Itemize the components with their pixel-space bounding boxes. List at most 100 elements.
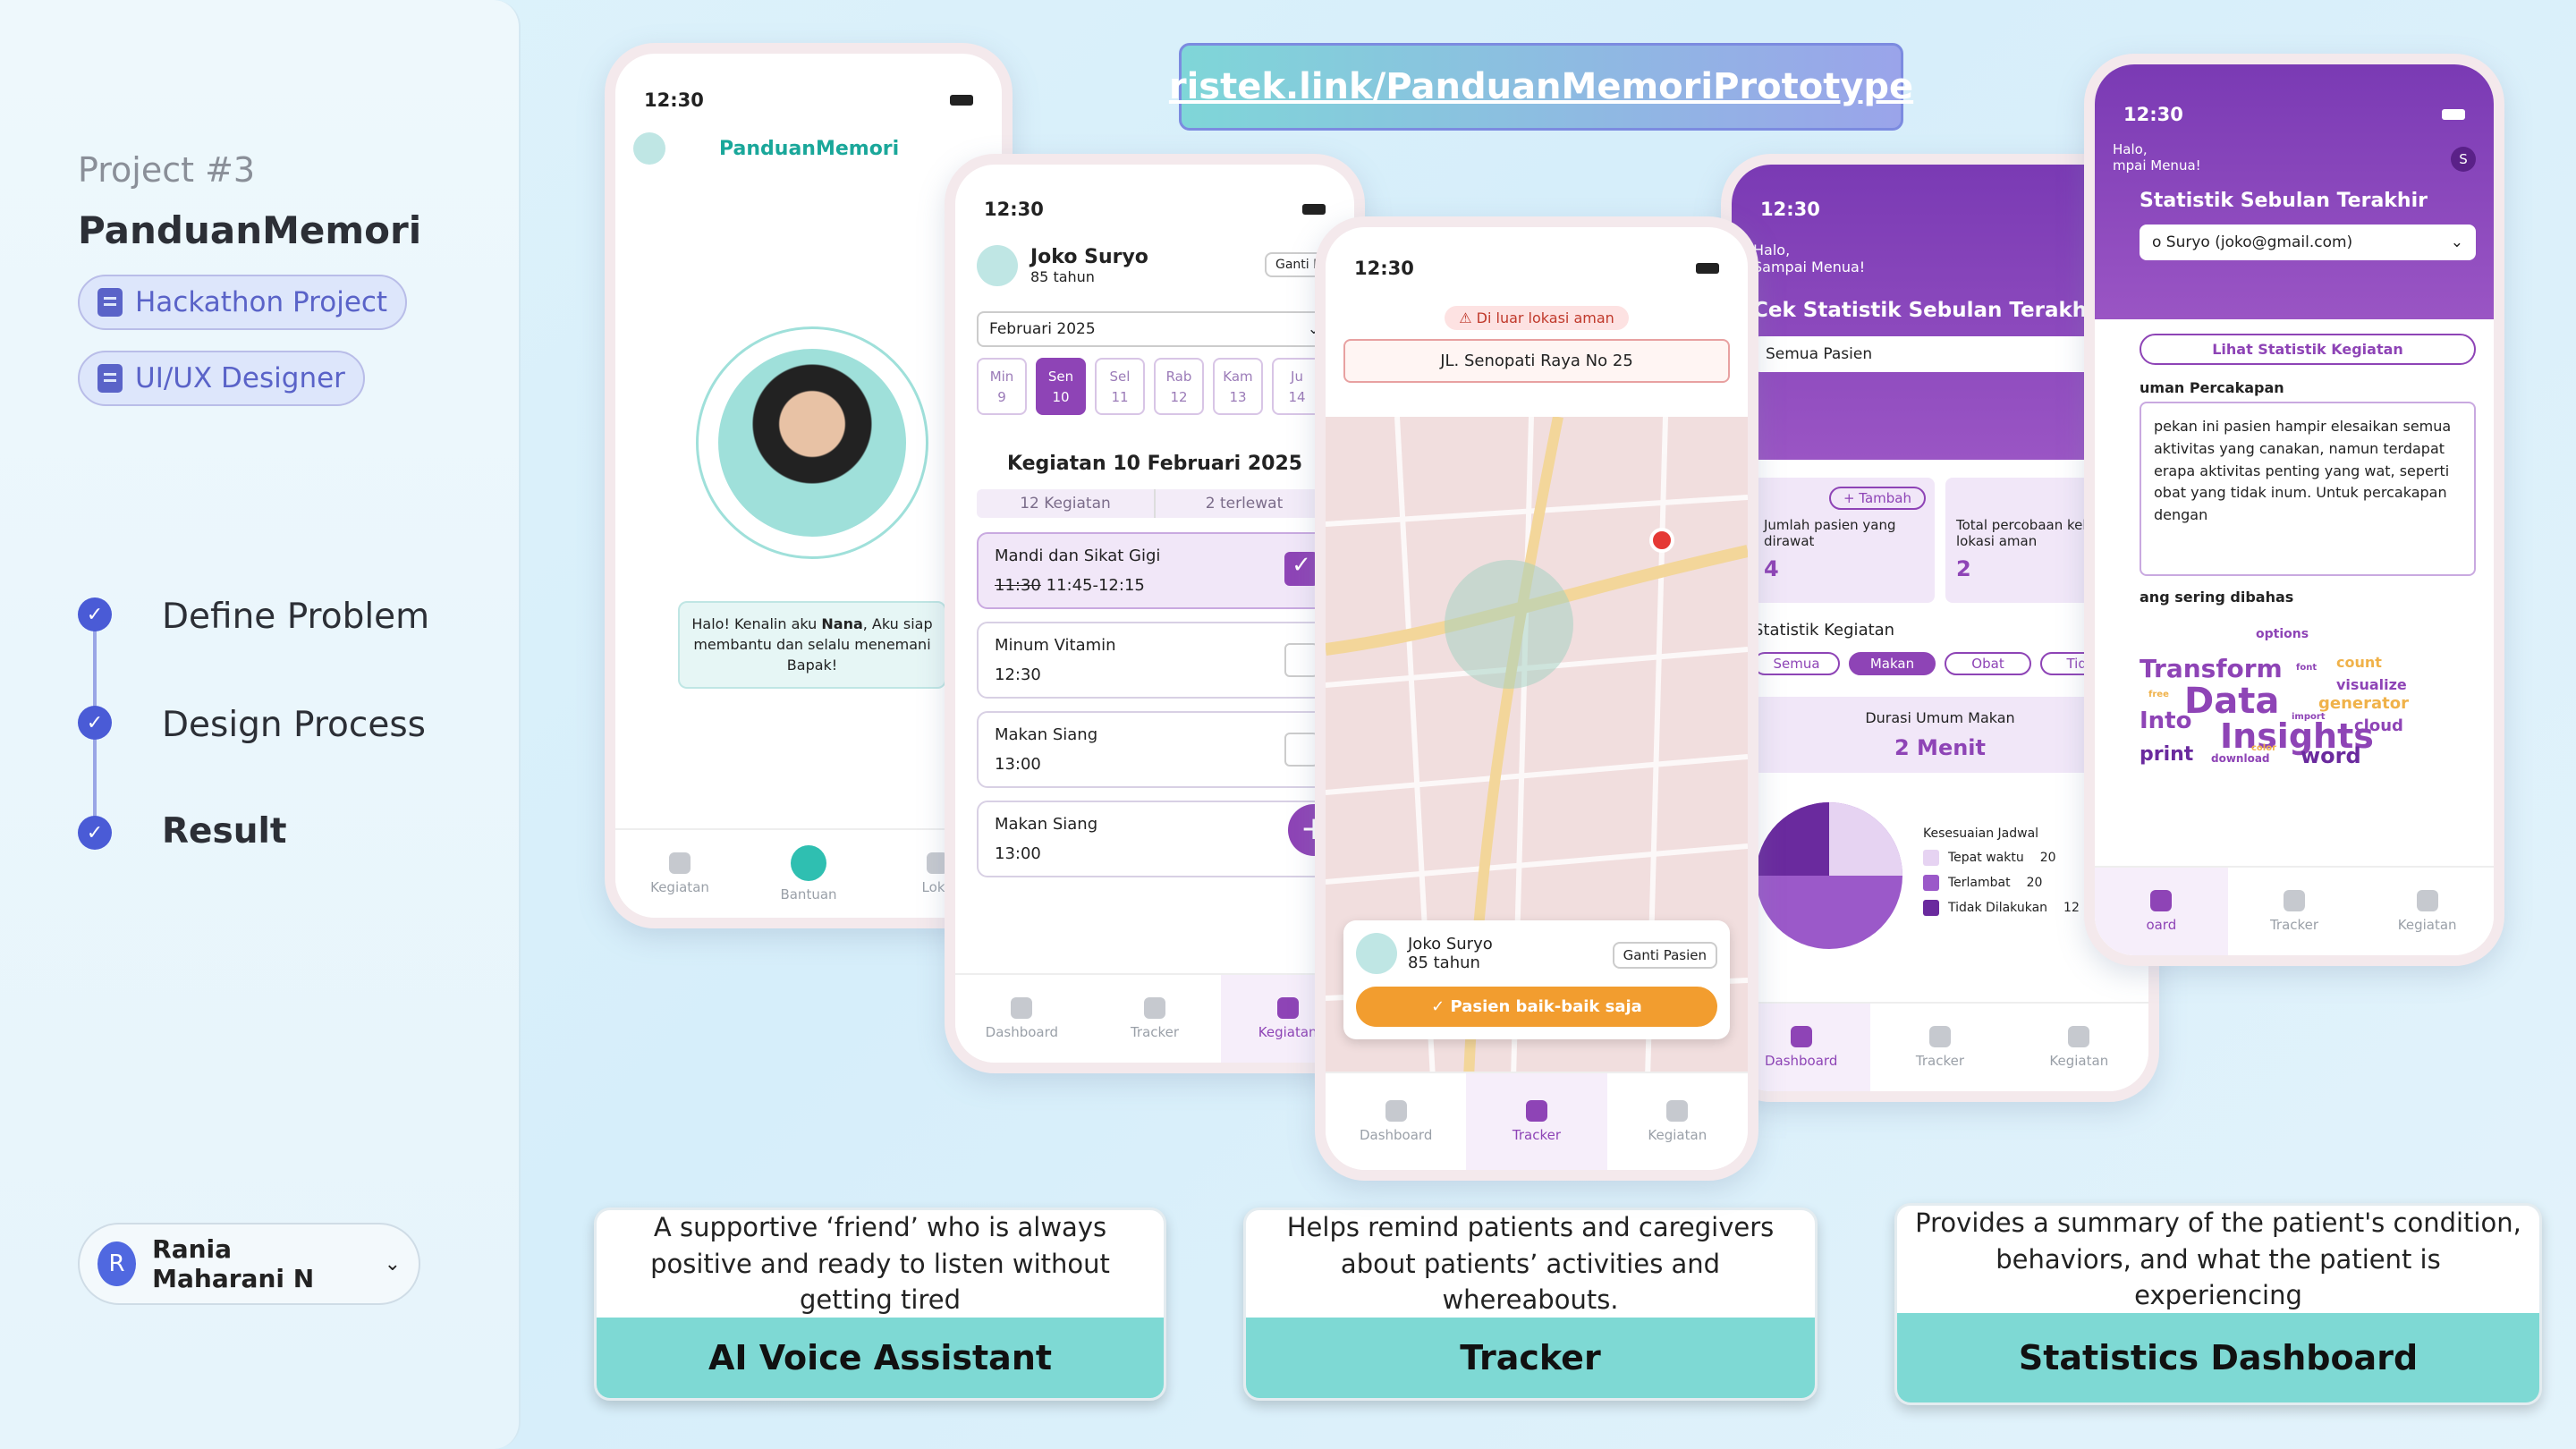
summary-section: uman Percakapan [2140, 379, 2284, 396]
outside-zone-warning: ⚠ Di luar lokasi aman [1445, 306, 1629, 330]
clock: 12:30 [1354, 258, 1414, 279]
checkbox[interactable] [1284, 733, 1318, 767]
month-select[interactable]: Februari 2025 ⌄ [977, 311, 1333, 347]
checkbox[interactable] [1284, 643, 1318, 677]
signal-icon [1696, 263, 1719, 274]
feature-desc: A supportive ‘friend’ who is always posi… [650, 1212, 1110, 1316]
clock: 12:30 [644, 89, 704, 111]
switch-patient-button[interactable]: Ganti Pasien [1612, 942, 1717, 969]
day-sel[interactable]: Sel 11 [1095, 358, 1145, 415]
word-cloud-word: word [2301, 743, 2361, 768]
word-cloud-word: free [2148, 690, 2169, 699]
nav-dashboard[interactable]: Dashboard [1326, 1100, 1466, 1143]
checkbox-checked[interactable]: ✓ [1284, 552, 1318, 586]
feature-desc: Provides a summary of the patient's cond… [1915, 1208, 2521, 1311]
word-cloud-word: download [2211, 752, 2270, 765]
activity-count: 12 Kegiatan [1020, 495, 1111, 513]
chevron-down-icon: ⌄ [384, 1252, 401, 1275]
grid-icon [1790, 1026, 1812, 1047]
day-rab[interactable]: Rab 12 [1154, 358, 1204, 415]
feature-title: AI Voice Assistant [597, 1318, 1164, 1398]
pin-icon [2284, 890, 2305, 911]
pin-icon [1525, 1100, 1547, 1122]
calendar-icon [669, 852, 691, 874]
grid-icon [1011, 997, 1033, 1019]
nav-kegiatan[interactable]: Kegiatan [1607, 1100, 1748, 1143]
legend: Tepat waktu 20 Terlambat 20 Tidak Dilakukan 1… [1923, 850, 2080, 916]
nav-kegiatan[interactable]: Kegiatan [615, 852, 744, 895]
nav-tracker[interactable]: Tracker [1870, 1026, 2009, 1069]
filter-makan[interactable]: Makan [1849, 652, 1936, 675]
chevron-down-icon: ⌄ [2450, 233, 2463, 251]
word-cloud-word: Transform [2140, 654, 2283, 683]
assistant-ring [696, 326, 928, 559]
pin-icon [1928, 1026, 1951, 1047]
day-picker: Min 9 Sen 10 Sel 11 Rab 12 Kam 13 Ju 14 [955, 347, 1354, 426]
nav-tracker[interactable]: Tracker [2228, 890, 2361, 933]
late-count: 2 terlewat [1154, 489, 1333, 518]
nav-kegiatan[interactable]: Kegiatan [2360, 890, 2494, 933]
patient-card: Joko Suryo 85 tahun Ganti Pasien ✓ Pasien… [1343, 920, 1730, 1039]
nav-tracker[interactable]: Tracker [1466, 1073, 1607, 1170]
calendar-icon [2068, 1026, 2090, 1047]
task-item[interactable]: Mandi dan Sikat Gigi 11:30 11:45-12:15 ✓ [977, 532, 1333, 609]
signal-icon [1302, 204, 1326, 215]
view-stats-button[interactable]: Lihat Statistik Kegiatan [2140, 334, 2476, 365]
filter-semua[interactable]: Semua [1753, 652, 1840, 675]
day-min[interactable]: Min 9 [977, 358, 1027, 415]
patient-select[interactable]: Semua Pasien⌄ [1753, 336, 2127, 372]
day-kam[interactable]: Kam 13 [1213, 358, 1263, 415]
summary-title: Statistik Sebulan Terakhir [2140, 190, 2428, 212]
prototype-link[interactable]: ristek.link/PanduanMemoriPrototype [1169, 66, 1913, 107]
task-item[interactable]: Makan Siang 13:00 [977, 711, 1333, 788]
filter-obat[interactable]: Obat [1945, 652, 2031, 675]
nav-bantuan[interactable]: Bantuan [744, 845, 873, 902]
user-menu[interactable]: R Rania Maharani N ⌄ [78, 1223, 420, 1305]
calendar-icon [1276, 997, 1299, 1019]
clock: 12:30 [1760, 199, 1820, 220]
legend-item: Terlambat 20 [1923, 875, 2080, 891]
pin-icon [1144, 997, 1165, 1019]
patient-age: 85 tahun [1030, 268, 1095, 285]
chip-label: UI/UX Designer [135, 362, 345, 394]
add-patient-button[interactable]: + Tambah [1828, 487, 1926, 510]
feature-card-tracker: Helps remind patients and caregivers abo… [1243, 1208, 1818, 1401]
chip-hackathon[interactable]: Hackathon Project [78, 275, 408, 330]
grid-icon [1385, 1100, 1407, 1122]
avatar [1356, 933, 1397, 974]
avatar[interactable]: S [2451, 147, 2476, 172]
phone-tracker: 12:30 ⚠ Di luar lokasi aman JL. Senopati… [1315, 216, 1758, 1181]
feature-title: Statistics Dashboard [1897, 1313, 2539, 1402]
nav-tracker[interactable]: Tracker [1089, 997, 1222, 1040]
day-sen[interactable]: Sen 10 [1036, 358, 1086, 415]
check-circle-icon: ✓ [1431, 997, 1451, 1016]
word-cloud-word: font [2296, 663, 2318, 673]
patient-status-button[interactable]: ✓ Pasien baik-baik saja [1356, 987, 1717, 1027]
step-result[interactable]: Result [162, 811, 286, 852]
chip-role[interactable]: UI/UX Designer [78, 351, 365, 406]
task-item[interactable]: Makan Siang 13:00 + [977, 801, 1340, 877]
signal-icon [950, 95, 973, 106]
legend-item: Tidak Dilakukan 12 [1923, 900, 2080, 916]
feature-card-dashboard: Provides a summary of the patient's cond… [1894, 1203, 2542, 1405]
activities-heading: Kegiatan 10 Februari 2025 [1006, 453, 1303, 475]
step-design[interactable]: Design Process [162, 705, 426, 745]
grid-icon [2150, 890, 2173, 911]
word-cloud-word: import [2292, 712, 2326, 722]
nav-kegiatan[interactable]: Kegiatan [2010, 1026, 2148, 1069]
check-icon: ✓ [78, 597, 112, 631]
chip-label: Hackathon Project [135, 286, 388, 318]
step-define[interactable]: Define Problem [162, 597, 429, 637]
word-cloud-word: visualize [2336, 676, 2407, 693]
avatar[interactable] [633, 132, 665, 165]
task-item[interactable]: Minum Vitamin 12:30 [977, 622, 1333, 699]
project-name: PanduanMemori [78, 208, 422, 252]
nav-dashboard[interactable]: oard [2095, 868, 2228, 955]
patient-age: 85 tahun [1408, 953, 1480, 972]
prototype-link-box[interactable]: ristek.link/PanduanMemoriPrototype [1169, 43, 1913, 131]
nav-dashboard[interactable]: Dashboard [955, 997, 1089, 1040]
clipboard-icon [97, 288, 123, 317]
assistant-avatar[interactable] [718, 349, 906, 537]
avatar [977, 245, 1018, 286]
patient-select[interactable]: o Suryo (joko@gmail.com) ⌄ [2140, 225, 2476, 260]
